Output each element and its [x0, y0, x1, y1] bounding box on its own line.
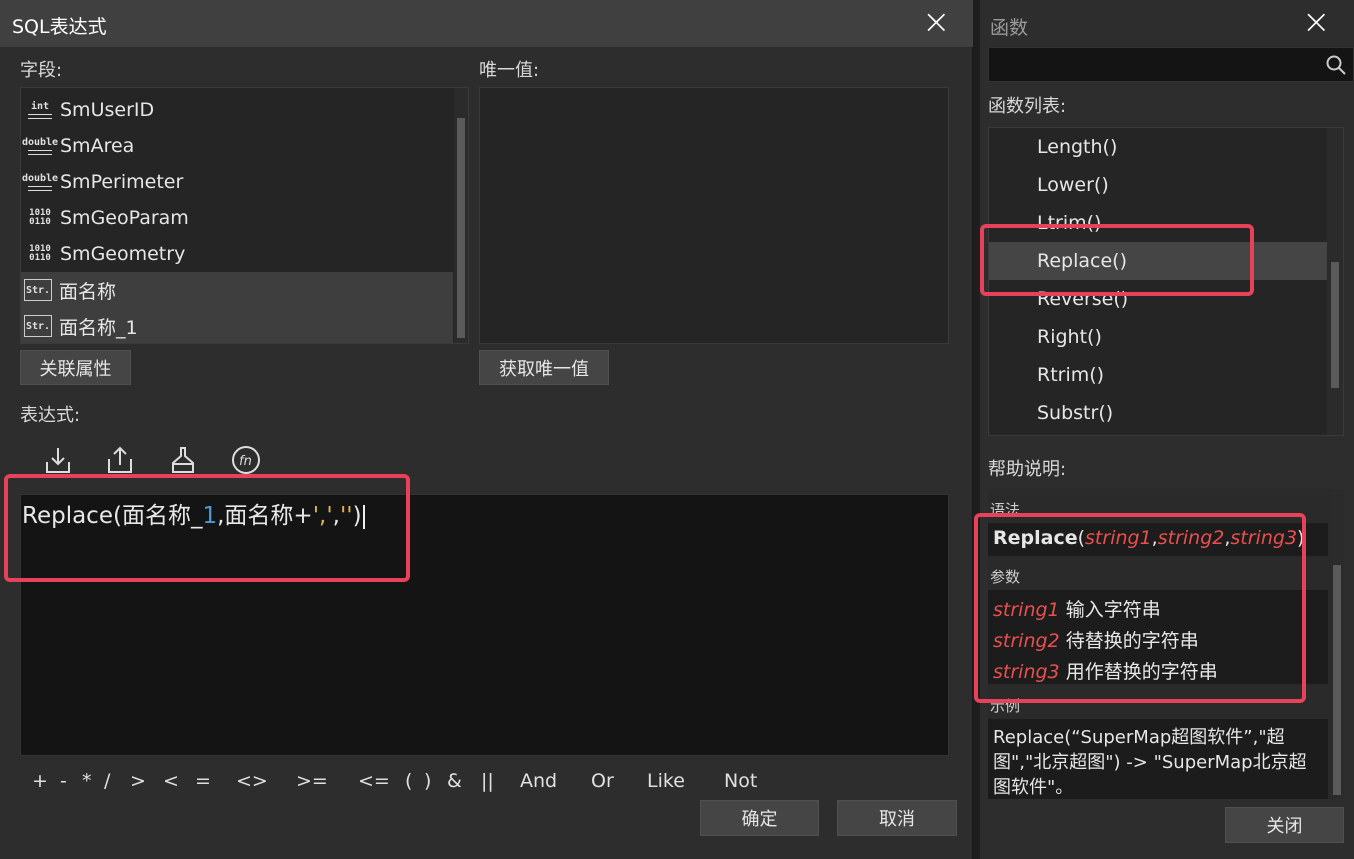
dialog-title: SQL表达式	[12, 16, 107, 38]
operator-button[interactable]: *	[82, 770, 92, 792]
function-search-input[interactable]	[988, 47, 1354, 82]
help-scrollbar[interactable]	[1330, 489, 1344, 799]
function-list-label: 函数列表:	[988, 96, 1067, 117]
unique-values-label: 唯一值:	[479, 60, 540, 81]
function-item[interactable]: Substr()	[989, 394, 1327, 432]
example-line: 图软件"。	[993, 777, 1074, 798]
search-icon[interactable]	[1325, 54, 1347, 80]
dialog-titlebar: SQL表达式 ×	[0, 0, 973, 47]
function-item[interactable]: Length()	[989, 128, 1327, 166]
field-list[interactable]: int SmUserID double SmArea double SmPerimeter…	[20, 87, 469, 344]
operator-button[interactable]: >	[130, 770, 146, 792]
operator-button[interactable]: Not	[724, 770, 757, 792]
field-name: SmUserID	[60, 99, 155, 121]
sql-expression-dialog: SQL表达式 × 字段: 唯一值: int SmUserID double SmAre…	[0, 0, 973, 859]
field-item[interactable]: Str. 面名称_1	[21, 308, 453, 343]
double-icon: double	[22, 133, 58, 159]
field-name: SmArea	[60, 135, 135, 157]
operator-button[interactable]: &	[447, 770, 462, 792]
help-label: 帮助说明:	[988, 459, 1067, 480]
double-icon: double	[22, 169, 58, 195]
operator-button[interactable]: =	[195, 770, 211, 792]
field-name: SmGeometry	[60, 243, 186, 265]
scrollbar-thumb[interactable]	[1331, 262, 1339, 388]
search-field[interactable]	[989, 48, 1315, 81]
binary-icon: 1010 0110	[29, 208, 51, 227]
selected-function-highlight-box	[980, 224, 1254, 296]
field-item[interactable]: int SmUserID	[21, 92, 453, 128]
operator-button[interactable]: Or	[591, 770, 614, 792]
field-list-scrollbar[interactable]	[454, 88, 468, 343]
unique-values-list[interactable]	[479, 87, 949, 344]
field-name: SmPerimeter	[60, 171, 184, 193]
scrollbar-thumb[interactable]	[1333, 565, 1341, 795]
field-item[interactable]: double SmPerimeter	[21, 164, 453, 200]
operator-button[interactable]: Like	[647, 770, 685, 792]
string-icon: Str.	[24, 315, 52, 337]
field-item[interactable]: 1010 0110 SmGeometry	[21, 236, 453, 272]
binary-icon: 1010 0110	[29, 244, 51, 263]
operator-button[interactable]: -	[60, 770, 67, 792]
fields-label: 字段:	[20, 60, 63, 81]
operator-button[interactable]: <>	[236, 770, 268, 792]
example-box: Replace(“SuperMap超图软件”,"超 图","北京超图") -> …	[988, 719, 1328, 799]
function-list-scrollbar[interactable]	[1327, 128, 1343, 435]
example-line: 图","北京超图") -> "SuperMap北京超	[993, 752, 1307, 773]
operator-button[interactable]: (	[405, 770, 412, 792]
close-icon[interactable]: ×	[922, 5, 951, 39]
operator-button[interactable]: )	[424, 770, 431, 792]
operator-button[interactable]: >=	[296, 770, 328, 792]
cancel-button[interactable]: 取消	[837, 800, 957, 836]
expression-highlight-box	[4, 474, 410, 582]
function-icon[interactable]: fn	[228, 442, 264, 478]
field-item[interactable]: Str. 面名称	[21, 272, 453, 308]
scrollbar-thumb[interactable]	[457, 118, 465, 338]
operator-button[interactable]: +	[32, 770, 48, 792]
expression-label: 表达式:	[20, 405, 81, 426]
string-icon: Str.	[24, 279, 52, 301]
int-icon: int	[24, 97, 56, 123]
export-icon[interactable]	[102, 442, 138, 478]
field-name: 面名称_1	[59, 316, 138, 339]
close-button[interactable]: 关闭	[1225, 807, 1344, 843]
svg-text:fn: fn	[239, 454, 252, 469]
field-name: 面名称	[59, 280, 117, 303]
related-attribute-button[interactable]: 关联属性	[20, 350, 131, 385]
operator-button[interactable]: <=	[358, 770, 390, 792]
function-panel-title: 函数	[990, 17, 1029, 39]
clear-icon[interactable]	[165, 442, 201, 478]
operator-button[interactable]: <	[163, 770, 179, 792]
function-item[interactable]: Right()	[989, 318, 1327, 356]
operator-button[interactable]: ||	[481, 770, 494, 792]
field-item[interactable]: double SmArea	[21, 128, 453, 164]
field-name: SmGeoParam	[60, 207, 189, 229]
operator-button[interactable]: And	[520, 770, 557, 792]
ok-button[interactable]: 确定	[700, 800, 819, 836]
field-item[interactable]: 1010 0110 SmGeoParam	[21, 200, 453, 236]
function-item[interactable]: Lower()	[989, 166, 1327, 204]
operator-button[interactable]: /	[104, 770, 110, 792]
example-line: Replace(“SuperMap超图软件”,"超	[993, 727, 1285, 748]
function-item[interactable]: Rtrim()	[989, 356, 1327, 394]
function-panel: 函数 × 函数列表: Length() Lower() Ltrim() Replace…	[974, 0, 1354, 859]
help-highlight-box	[974, 513, 1306, 703]
close-icon[interactable]: ×	[1302, 5, 1331, 39]
get-unique-values-button[interactable]: 获取唯一值	[479, 350, 609, 385]
import-icon[interactable]	[40, 442, 76, 478]
